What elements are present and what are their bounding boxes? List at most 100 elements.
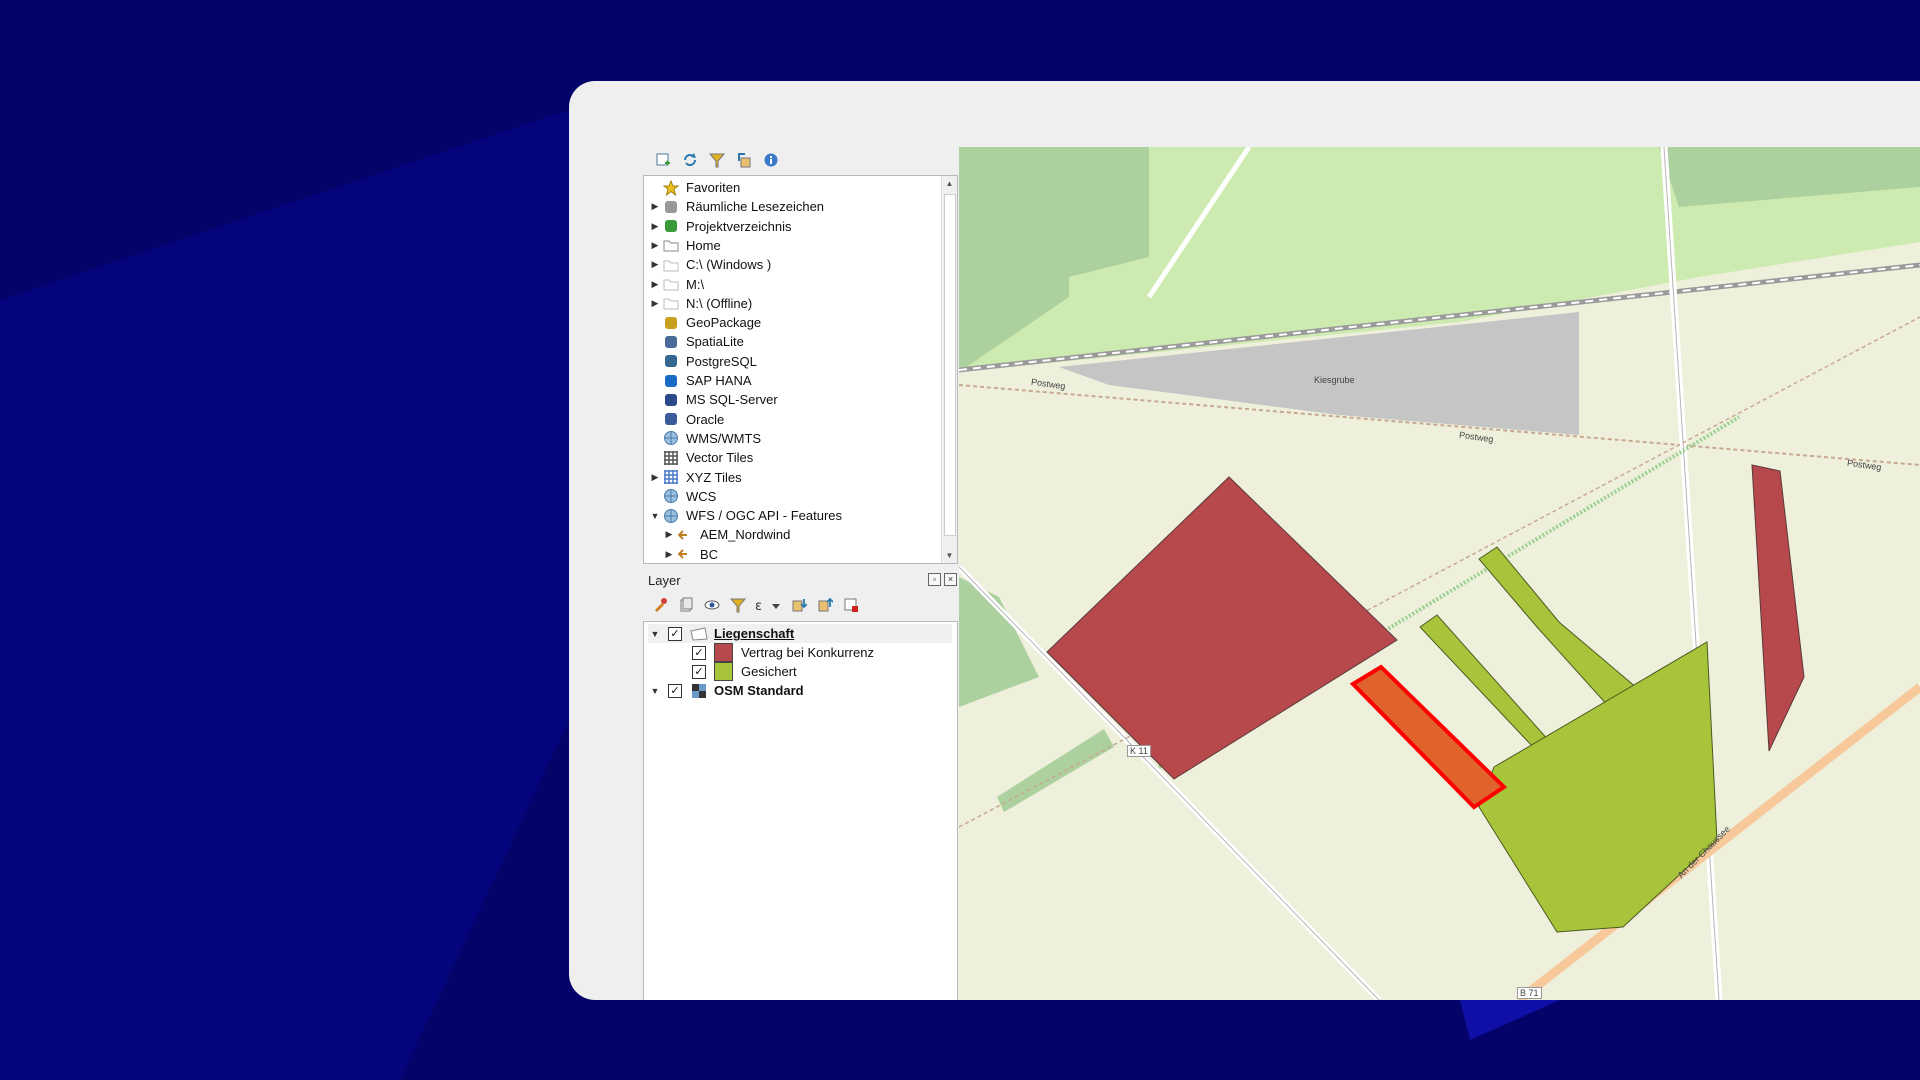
browser-item-label: Räumliche Lesezeichen	[686, 199, 825, 215]
folder-icon	[662, 256, 680, 274]
sap-hana-icon	[662, 372, 680, 390]
layer-tree[interactable]: ▼ ✓ Liegenschaft ✓ Vertrag bei Konkurren…	[643, 621, 958, 1000]
browser-item[interactable]: WMS/WMTS	[648, 429, 761, 448]
browser-item-label: PostgreSQL	[686, 353, 757, 369]
refresh-icon[interactable]	[679, 150, 700, 171]
visibility-icon[interactable]	[701, 595, 722, 616]
browser-item[interactable]: GeoPackage	[648, 313, 761, 332]
expression-filter-icon[interactable]: ε	[753, 595, 783, 616]
chevron-right-icon	[648, 352, 662, 371]
chevron-right-icon[interactable]: ▶	[648, 468, 662, 487]
browser-panel[interactable]: Favoriten ▶ Räumliche Lesezeichen ▶ Projektv…	[643, 175, 958, 564]
layer-filter-icon[interactable]	[727, 595, 748, 616]
expand-arrow-icon[interactable]: ▼	[648, 681, 662, 700]
browser-item-label: SAP HANA	[686, 373, 752, 388]
browser-item-label: WFS / OGC API - Features	[686, 508, 843, 524]
add-layer-icon[interactable]	[652, 150, 673, 171]
postgresql-icon	[662, 352, 680, 370]
chevron-right-icon[interactable]: ▶	[662, 545, 676, 563]
browser-item[interactable]: PostgreSQL	[648, 352, 757, 371]
qgis-window: Favoriten ▶ Räumliche Lesezeichen ▶ Projektv…	[569, 81, 1920, 1000]
scroll-up-icon[interactable]: ▲	[942, 176, 957, 191]
browser-item[interactable]: ▶ N:\ (Offline)	[648, 294, 753, 313]
browser-item[interactable]: SpatiaLite	[648, 332, 744, 351]
browser-item-label: Projektverzeichnis	[686, 218, 792, 234]
expand-arrow-icon[interactable]: ▼	[648, 624, 662, 643]
chevron-right-icon	[648, 487, 662, 506]
collapse-all-icon[interactable]	[733, 150, 754, 171]
map-drawing	[959, 147, 1920, 1000]
chevron-right-icon[interactable]: ▶	[648, 255, 662, 274]
browser-item[interactable]: ▶ Projektverzeichnis	[648, 217, 792, 236]
mssql-icon	[662, 391, 680, 409]
layer-row-osm[interactable]: ▼ ✓ OSM Standard	[648, 681, 804, 700]
info-icon[interactable]	[760, 150, 781, 171]
spatialite-icon	[662, 333, 680, 351]
layer-row-liegenschaft[interactable]: ▼ ✓ Liegenschaft	[648, 624, 952, 643]
float-panel-icon[interactable]: ▫	[928, 573, 941, 586]
chevron-right-icon[interactable]: ▶	[648, 197, 662, 216]
browser-item-label: BC	[700, 546, 719, 562]
expand-all-icon[interactable]	[788, 595, 809, 616]
browser-item[interactable]: ▶ BC	[662, 545, 719, 563]
browser-item[interactable]: WCS	[648, 487, 716, 506]
wcs-icon	[662, 487, 680, 505]
class-checkbox[interactable]: ✓	[692, 645, 706, 660]
vector-tiles-icon	[662, 449, 680, 467]
chevron-right-icon[interactable]: ▶	[662, 525, 676, 544]
chevron-right-icon[interactable]: ▶	[648, 217, 662, 236]
browser-item[interactable]: ▶ C:\ (Windows )	[648, 255, 772, 274]
legend-swatch	[714, 662, 733, 681]
browser-item[interactable]: Oracle	[648, 410, 724, 429]
layer-checkbox[interactable]: ✓	[668, 626, 682, 641]
remove-layer-icon[interactable]	[840, 595, 861, 616]
chevron-right-icon[interactable]: ▶	[648, 294, 662, 313]
browser-item[interactable]: MS SQL-Server	[648, 390, 778, 409]
chevron-right-icon	[648, 313, 662, 332]
raster-layer-icon	[690, 682, 708, 700]
browser-scrollbar[interactable]: ▲ ▼	[941, 176, 957, 563]
chevron-right-icon[interactable]: ▶	[648, 275, 662, 294]
browser-item[interactable]: Vector Tiles	[648, 448, 753, 467]
browser-item-label: WCS	[686, 488, 717, 504]
browser-item[interactable]: ▶ Home	[648, 236, 721, 255]
browser-item[interactable]: ▶ AEM_Nordwind	[662, 525, 791, 544]
browser-item[interactable]: SAP HANA	[648, 371, 752, 390]
class-label: Gesichert	[741, 664, 797, 679]
map-canvas[interactable]: Kiesgrube Postweg Postweg Postweg K 11 A…	[959, 147, 1920, 1000]
class-checkbox[interactable]: ✓	[692, 664, 706, 679]
plot-vertrag-2[interactable]	[1751, 464, 1805, 752]
add-group-icon[interactable]	[675, 595, 696, 616]
chevron-down-icon[interactable]: ▼	[648, 506, 662, 525]
layer-class-gesichert[interactable]: ✓ Gesichert	[692, 662, 797, 681]
browser-item-label: Favoriten	[686, 180, 741, 195]
browser-item-label: GeoPackage	[686, 315, 762, 331]
style-brush-icon[interactable]	[649, 595, 670, 616]
browser-toolbar	[652, 149, 781, 171]
filter-icon[interactable]	[706, 150, 727, 171]
layer-label: Liegenschaft	[714, 626, 795, 641]
browser-item[interactable]: ▶ M:\	[648, 275, 705, 294]
layer-label: OSM Standard	[714, 683, 804, 698]
project-folder-icon	[662, 217, 680, 235]
label-kiesgrube: Kiesgrube	[1314, 375, 1355, 385]
layer-dock-controls: ▫ ×	[928, 573, 957, 586]
browser-item[interactable]: ▶ Räumliche Lesezeichen	[648, 197, 825, 216]
browser-item[interactable]: ▶ XYZ Tiles	[648, 468, 742, 487]
browser-item-label: C:\ (Windows )	[686, 257, 772, 273]
wfs-connection-icon	[676, 526, 694, 544]
browser-item[interactable]: ▼ WFS / OGC API - Features	[648, 506, 843, 525]
xyz-tiles-icon	[662, 468, 680, 486]
close-panel-icon[interactable]: ×	[944, 573, 957, 586]
layer-checkbox[interactable]: ✓	[668, 683, 682, 698]
star-icon	[662, 179, 680, 197]
chevron-right-icon[interactable]: ▶	[648, 236, 662, 255]
collapse-layers-icon[interactable]	[814, 595, 835, 616]
scroll-thumb[interactable]	[944, 194, 956, 536]
browser-item-label: N:\ (Offline)	[686, 295, 753, 311]
browser-item[interactable]: Favoriten	[648, 178, 740, 197]
layer-class-vertrag[interactable]: ✓ Vertrag bei Konkurrenz	[692, 643, 874, 662]
scroll-down-icon[interactable]: ▼	[942, 548, 957, 563]
label-b71: B 71	[1517, 987, 1542, 999]
browser-item-label: M:\	[686, 276, 705, 292]
